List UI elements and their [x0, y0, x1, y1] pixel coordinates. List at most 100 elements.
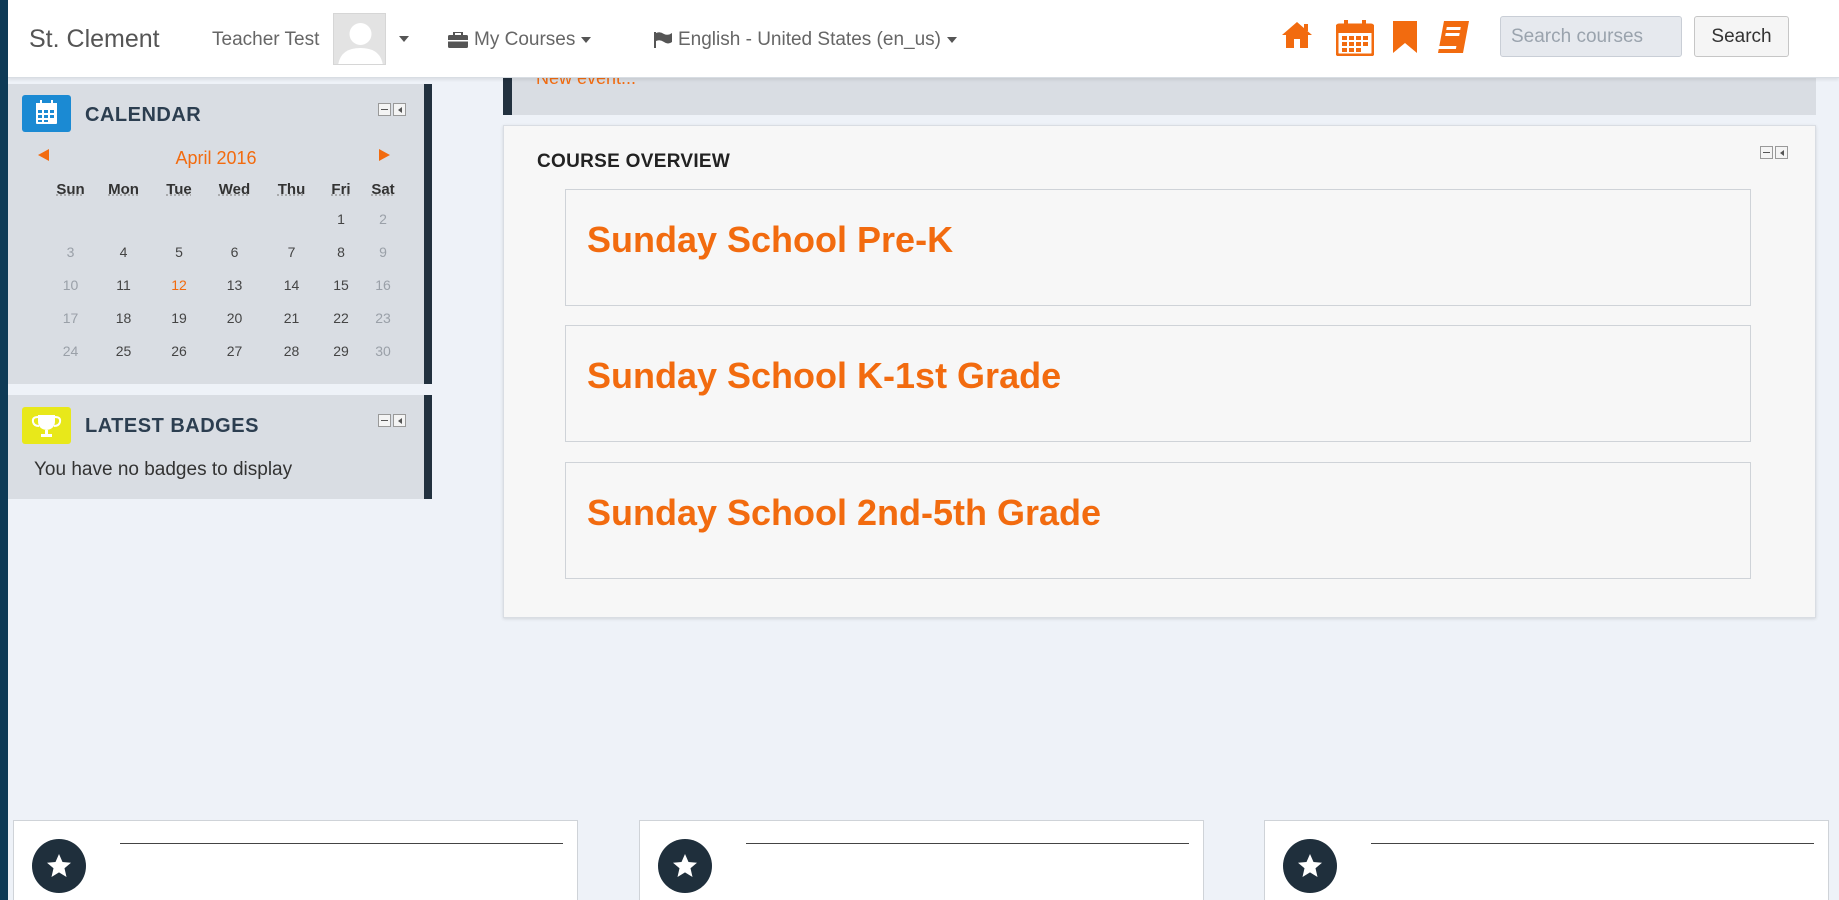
dock-icon[interactable]: [393, 414, 406, 427]
calendar-day[interactable]: 20: [206, 301, 263, 334]
calendar-day[interactable]: 26: [152, 334, 206, 367]
calendar-week-row: 3456789: [46, 235, 404, 268]
calendar-day[interactable]: 4: [95, 235, 152, 268]
footer-divider: [746, 843, 1189, 844]
collapse-icon[interactable]: [378, 414, 391, 427]
next-month-icon[interactable]: [379, 149, 390, 161]
star-icon: [1283, 839, 1337, 893]
footer-card: [1264, 820, 1829, 900]
calendar-day[interactable]: 8: [320, 235, 362, 268]
search-button[interactable]: Search: [1694, 16, 1789, 57]
trophy-icon: [22, 407, 71, 444]
calendar-day[interactable]: 16: [362, 268, 404, 301]
weekday-header: Thu: [277, 180, 306, 198]
calendar-block-title: CALENDAR: [85, 104, 202, 126]
weekday-header: Tue: [166, 180, 192, 198]
calendar-day[interactable]: 21: [263, 301, 320, 334]
book-icon[interactable]: [1436, 20, 1470, 54]
weekday-header: Mon: [108, 180, 139, 198]
course-title-link[interactable]: Sunday School Pre-K: [587, 219, 953, 261]
bookmark-icon[interactable]: [1392, 20, 1418, 54]
calendar-day[interactable]: 27: [206, 334, 263, 367]
weekday-header: Fri: [331, 180, 351, 198]
language-caret-icon: [946, 37, 957, 43]
calendar-week-row: 17 18 19 20 21 22 23: [46, 301, 404, 334]
user-menu-name[interactable]: Teacher Test: [212, 29, 319, 51]
language-label: English - United States (en_us): [678, 29, 941, 50]
calendar-day[interactable]: 13: [206, 268, 263, 301]
calendar-icon[interactable]: [1336, 20, 1374, 56]
calendar-day[interactable]: 14: [263, 268, 320, 301]
navbar: St. Clement Teacher Test My Courses Engl: [8, 0, 1839, 78]
calendar-day[interactable]: 2: [362, 202, 404, 235]
course-overview-title: COURSE OVERVIEW: [537, 151, 731, 172]
my-courses-label: My Courses: [474, 29, 576, 50]
calendar-day: [206, 202, 263, 235]
calendar-day[interactable]: 9: [362, 235, 404, 268]
calendar-day[interactable]: 12: [152, 268, 206, 301]
calendar-day[interactable]: 29: [320, 334, 362, 367]
footer-card: [639, 820, 1204, 900]
course-card[interactable]: Sunday School K-1st Grade: [565, 325, 1751, 442]
calendar-day[interactable]: 25: [95, 334, 152, 367]
calendar-day[interactable]: 23: [362, 301, 404, 334]
dock-icon[interactable]: [393, 103, 406, 116]
calendar-day[interactable]: 28: [263, 334, 320, 367]
footer-card: [13, 820, 578, 900]
latest-badges-title: LATEST BADGES: [85, 415, 259, 437]
dock-icon[interactable]: [1775, 146, 1788, 159]
latest-badges-block: LATEST BADGES: [8, 395, 432, 499]
no-badges-message: You have no badges to display: [34, 459, 293, 480]
home-icon[interactable]: [1280, 20, 1314, 50]
calendar-week-row: 24 25 26 27 28 29 30: [46, 334, 404, 367]
course-title-link[interactable]: Sunday School 2nd-5th Grade: [587, 492, 1101, 534]
course-title-link[interactable]: Sunday School K-1st Grade: [587, 355, 1061, 397]
collapse-icon[interactable]: [378, 103, 391, 116]
calendar-week-row: 12: [46, 202, 404, 235]
course-overview-controls: [1760, 146, 1788, 159]
star-icon: [32, 839, 86, 893]
course-overview-block: COURSE OVERVIEW Sunday School Pre-K Sund…: [503, 125, 1816, 618]
my-courses-caret-icon: [581, 37, 592, 43]
calendar-day[interactable]: 24: [46, 334, 95, 367]
calendar-day[interactable]: 7: [263, 235, 320, 268]
footer-divider: [1371, 843, 1814, 844]
calendar-day[interactable]: 22: [320, 301, 362, 334]
calendar-day[interactable]: 3: [46, 235, 95, 268]
my-courses-menu[interactable]: My Courses: [448, 29, 592, 51]
calendar-day[interactable]: 18: [95, 301, 152, 334]
weekday-header: Sat: [371, 180, 395, 198]
calendar-week-row: 10 11 12 13 14 15 16: [46, 268, 404, 301]
language-menu[interactable]: English - United States (en_us): [654, 29, 957, 51]
weekday-header: Wed: [218, 180, 251, 198]
star-icon: [658, 839, 712, 893]
calendar-day[interactable]: 10: [46, 268, 95, 301]
site-brand[interactable]: St. Clement: [29, 25, 160, 54]
calendar-day[interactable]: 5: [152, 235, 206, 268]
calendar-day[interactable]: 11: [95, 268, 152, 301]
briefcase-icon: [448, 32, 468, 48]
calendar-day: [95, 202, 152, 235]
collapse-icon[interactable]: [1760, 146, 1773, 159]
course-card[interactable]: Sunday School Pre-K: [565, 189, 1751, 306]
course-card[interactable]: Sunday School 2nd-5th Grade: [565, 462, 1751, 579]
user-menu-caret-icon[interactable]: [399, 36, 409, 42]
calendar-block-controls: [378, 103, 406, 116]
search-input[interactable]: [1500, 16, 1682, 57]
calendar-day[interactable]: 17: [46, 301, 95, 334]
calendar-day[interactable]: 19: [152, 301, 206, 334]
calendar-day: [152, 202, 206, 235]
calendar-day[interactable]: 30: [362, 334, 404, 367]
flag-icon: [654, 32, 672, 48]
calendar-block-icon: [22, 95, 71, 132]
calendar-day: [263, 202, 320, 235]
calendar-day[interactable]: 15: [320, 268, 362, 301]
weekday-header: Sun: [56, 180, 85, 198]
calendar-day[interactable]: 1: [320, 202, 362, 235]
calendar-month-label[interactable]: April 2016: [8, 148, 424, 169]
calendar-grid: Sun Mon Tue Wed Thu Fri Sat 1 2 3 4 5 6 7 8 9 10 11 12 13 1…: [46, 176, 404, 367]
avatar[interactable]: [333, 13, 386, 65]
calendar-day[interactable]: 6: [206, 235, 263, 268]
badges-block-controls: [378, 414, 406, 427]
app-window: St. Clement Teacher Test My Courses Engl: [8, 0, 1839, 900]
